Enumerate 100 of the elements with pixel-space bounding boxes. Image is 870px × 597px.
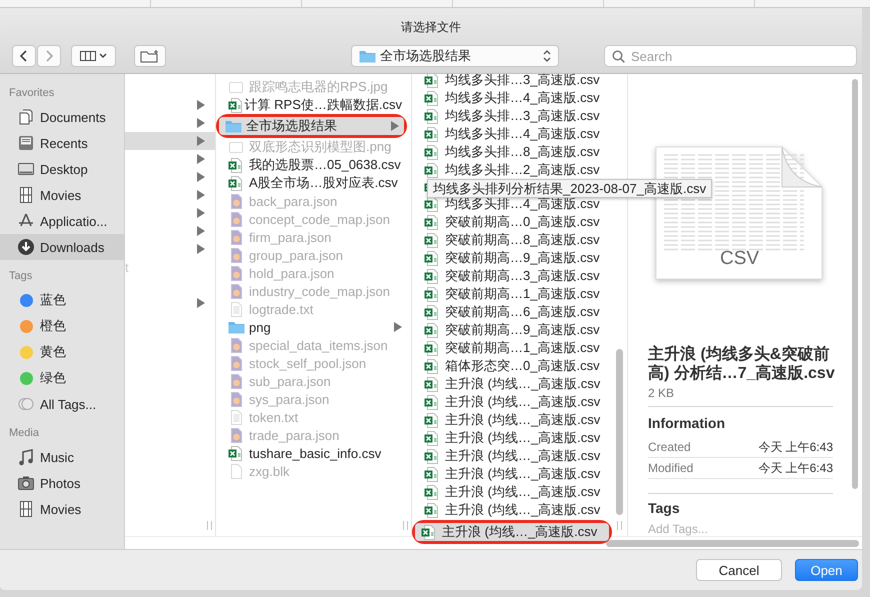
spreadsheet-icon bbox=[424, 466, 440, 482]
file-item[interactable]: 箱体形态突…0_高速版.csv bbox=[418, 357, 612, 375]
spreadsheet-icon bbox=[228, 97, 244, 113]
download-icon bbox=[17, 238, 35, 256]
music-note-icon bbox=[17, 448, 35, 466]
disclosure-arrow-icon bbox=[394, 322, 402, 332]
sidebar-item[interactable]: Documents bbox=[0, 104, 124, 130]
back-button[interactable] bbox=[12, 45, 36, 67]
file-item[interactable]: png bbox=[222, 318, 407, 336]
spreadsheet-icon bbox=[424, 448, 440, 464]
location-popup[interactable]: 全市场选股结果 bbox=[351, 45, 559, 67]
file-item[interactable]: 主升浪 (均线…_高速版.csv bbox=[418, 411, 612, 429]
file-item[interactable]: A股全市场…股对应表.csv bbox=[222, 174, 407, 192]
tray-icon bbox=[17, 134, 35, 152]
section-heading: Information bbox=[648, 415, 725, 431]
info-value: 今天 上午6:43 bbox=[758, 438, 833, 456]
file-item[interactable]: 主升浪 (均线…_高速版.csv bbox=[418, 429, 612, 447]
spreadsheet-icon bbox=[424, 126, 440, 142]
sidebar-item[interactable]: 橙色 bbox=[0, 313, 124, 339]
sidebar-heading: Media bbox=[8, 427, 39, 441]
view-options-button[interactable] bbox=[71, 45, 116, 67]
file-item[interactable]: 突破前期高…1_高速版.csv bbox=[418, 339, 612, 357]
file-item[interactable]: 主升浪 (均线…_高速版.csv bbox=[418, 375, 612, 393]
file-item[interactable]: 均线多头排…2_高速版.csv bbox=[418, 161, 612, 179]
sidebar-heading: Favorites bbox=[8, 87, 54, 101]
resize-handle-icon[interactable] bbox=[403, 521, 408, 530]
file-item[interactable]: 主升浪 (均线…_高速版.csv bbox=[418, 447, 612, 465]
sidebar-item[interactable]: Applicatio... bbox=[0, 208, 124, 234]
spreadsheet-icon bbox=[424, 268, 440, 284]
image-file-icon bbox=[228, 79, 244, 95]
file-item[interactable]: 突破前期高…1_高速版.csv bbox=[418, 285, 612, 303]
file-item[interactable]: 主升浪 (均线…_高速版.csv bbox=[418, 393, 612, 411]
file-item[interactable]: 我的选股票…05_0638.csv bbox=[222, 156, 407, 174]
file-item[interactable]: 突破前期高…9_高速版.csv bbox=[418, 321, 612, 339]
info-label: Created bbox=[648, 440, 691, 454]
file-item[interactable]: 计算 RPS使…跌幅数据.csv bbox=[222, 96, 407, 114]
file-item[interactable]: tushare_basic_info.csv bbox=[222, 444, 407, 462]
new-folder-button[interactable] bbox=[134, 45, 166, 67]
file-item[interactable]: 均线多头排…4_高速版.csv bbox=[418, 195, 612, 213]
spreadsheet-icon bbox=[424, 250, 440, 266]
resize-handle-icon[interactable] bbox=[207, 521, 212, 530]
file-item[interactable]: 突破前期高…8_高速版.csv bbox=[418, 231, 612, 249]
spreadsheet-icon bbox=[424, 232, 440, 248]
spreadsheet-icon bbox=[424, 502, 440, 518]
file-item[interactable]: 主升浪 (均线…_高速版.csv bbox=[418, 483, 612, 501]
spreadsheet-icon bbox=[424, 162, 440, 178]
documents-icon bbox=[17, 108, 35, 126]
cancel-button[interactable]: Cancel bbox=[696, 559, 782, 581]
text-file-icon bbox=[228, 301, 244, 317]
file-item[interactable]: 突破前期高…9_高速版.csv bbox=[418, 249, 612, 267]
spreadsheet-icon bbox=[228, 445, 244, 461]
sidebar-item[interactable]: Music bbox=[0, 444, 124, 470]
spreadsheet-icon bbox=[424, 394, 440, 410]
chevron-right-icon bbox=[44, 49, 54, 63]
file-item[interactable]: 均线多头排…3_高速版.csv bbox=[418, 107, 612, 125]
sidebar-item[interactable]: 绿色 bbox=[0, 365, 124, 391]
file-icon bbox=[228, 427, 244, 443]
sidebar-item[interactable]: Photos bbox=[0, 470, 124, 496]
spreadsheet-icon bbox=[424, 90, 440, 106]
file-type-label: CSV bbox=[720, 248, 760, 270]
text-file-icon bbox=[228, 409, 244, 425]
file-item[interactable]: 主升浪 (均线…_高速版.csv bbox=[418, 465, 612, 483]
sidebar-item[interactable]: All Tags... bbox=[0, 391, 124, 417]
spreadsheet-icon bbox=[228, 175, 244, 191]
tags-field[interactable]: Add Tags... bbox=[648, 522, 768, 536]
scrollbar-thumb[interactable] bbox=[616, 349, 623, 515]
file-item[interactable]: 主升浪 (均线…_高速版.csv bbox=[418, 501, 612, 519]
file-item[interactable]: 均线多头排…3_高速版.csv bbox=[418, 71, 612, 89]
file-item[interactable]: 均线多头排…4_高速版.csv bbox=[418, 89, 612, 107]
sidebar-item[interactable]: 黄色 bbox=[0, 339, 124, 365]
sidebar-item[interactable]: Movies bbox=[0, 182, 124, 208]
search-field[interactable]: Search bbox=[604, 45, 857, 67]
sidebar-item[interactable]: Recents bbox=[0, 130, 124, 156]
file-item[interactable]: 突破前期高…6_高速版.csv bbox=[418, 303, 612, 321]
scrollbar-thumb[interactable] bbox=[852, 79, 858, 489]
spreadsheet-icon bbox=[424, 322, 440, 338]
file-icon bbox=[228, 229, 244, 245]
chevron-left-icon bbox=[19, 49, 29, 63]
file-item[interactable]: 突破前期高…3_高速版.csv bbox=[418, 267, 612, 285]
spreadsheet-icon bbox=[424, 196, 440, 212]
file-item[interactable]: 全市场选股结果 bbox=[219, 117, 404, 135]
spreadsheet-icon bbox=[424, 214, 440, 230]
file-item[interactable]: 主升浪 (均线…_高速版.csv bbox=[415, 523, 609, 541]
sidebar-item[interactable]: Movies bbox=[0, 496, 124, 522]
sidebar-item[interactable]: 蓝色 bbox=[0, 287, 124, 313]
folder-icon bbox=[359, 49, 376, 63]
file-name: 主升浪 (均线多头&突破前高) 分析结…7_高速版.csv bbox=[648, 345, 836, 383]
file-item[interactable]: 均线多头排…8_高速版.csv bbox=[418, 143, 612, 161]
folder-row[interactable] bbox=[125, 132, 215, 150]
sidebar-item[interactable]: Desktop bbox=[0, 156, 124, 182]
folder-plus-icon bbox=[140, 49, 160, 63]
disclosure-arrow-icon bbox=[197, 298, 205, 308]
file-item[interactable]: 突破前期高…0_高速版.csv bbox=[418, 213, 612, 231]
folder-icon bbox=[228, 320, 245, 334]
scrollbar-thumb[interactable] bbox=[606, 540, 859, 546]
spreadsheet-icon bbox=[424, 412, 440, 428]
resize-handle-icon[interactable] bbox=[617, 521, 622, 530]
spreadsheet-icon bbox=[424, 144, 440, 160]
sidebar-item[interactable]: Downloads bbox=[0, 234, 124, 260]
file-item[interactable]: 均线多头排…4_高速版.csv bbox=[418, 125, 612, 143]
